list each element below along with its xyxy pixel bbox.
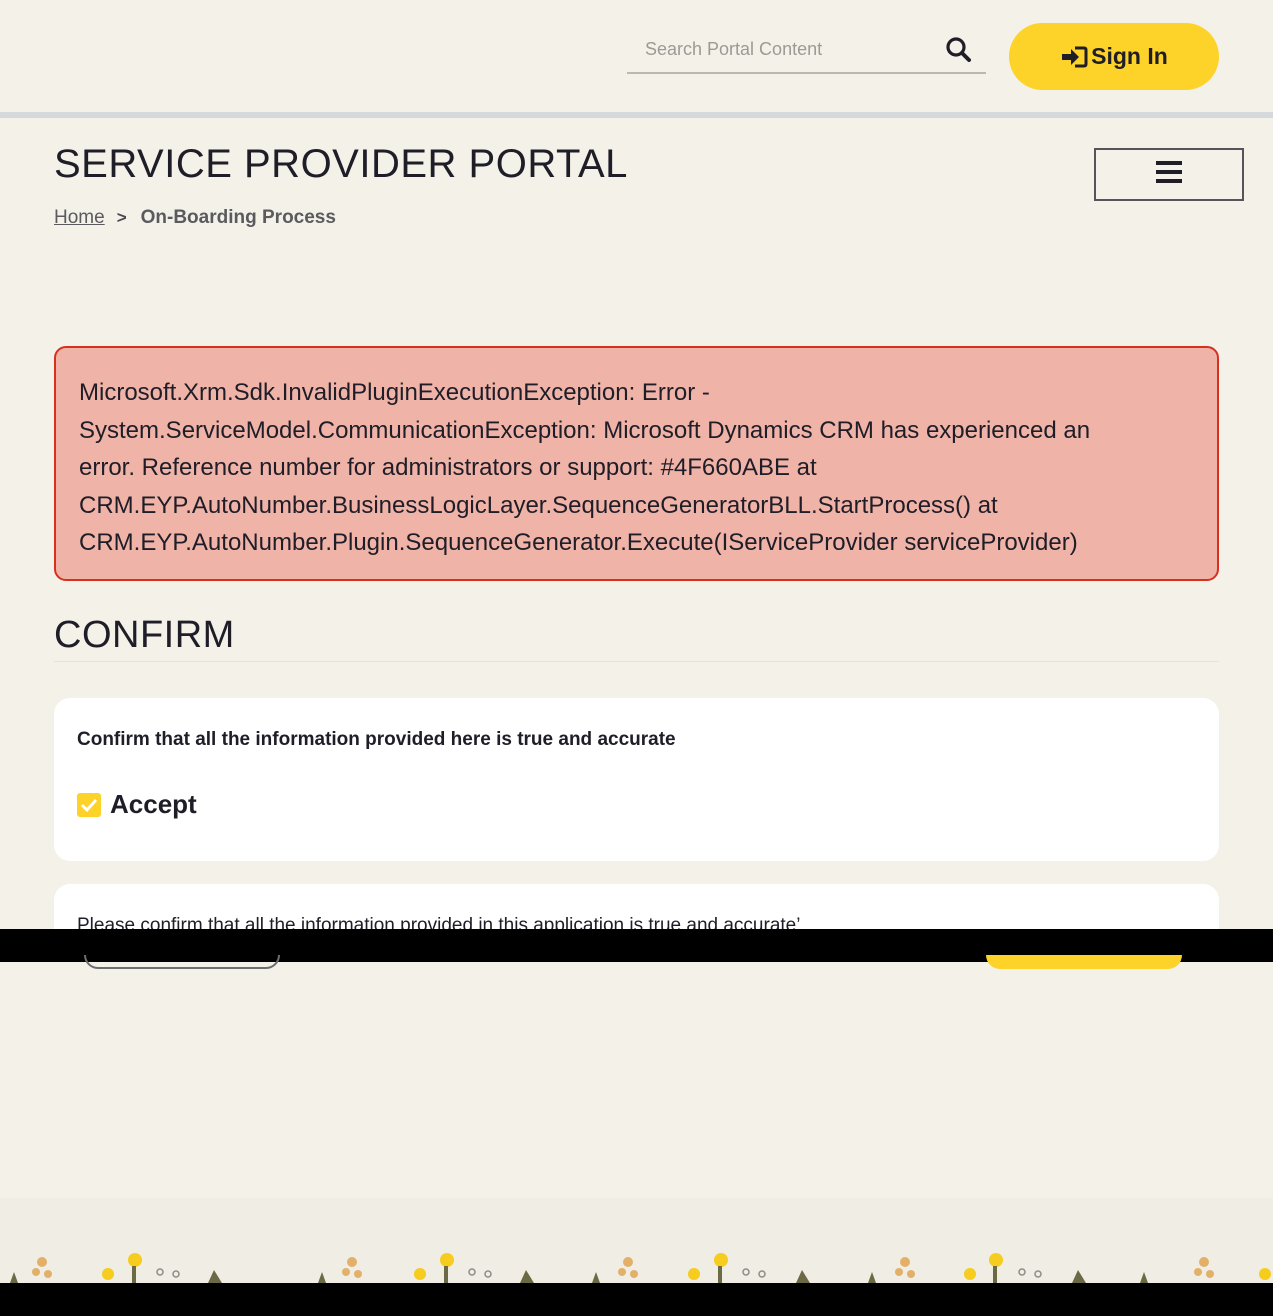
sign-in-label: Sign In xyxy=(1091,43,1168,69)
accept-checkbox-row[interactable]: Accept xyxy=(77,789,197,820)
breadcrumb: Home > On-Boarding Process xyxy=(54,207,336,229)
sign-in-icon xyxy=(1060,45,1088,69)
error-alert: Microsoft.Xrm.Sdk.InvalidPluginExecution… xyxy=(54,346,1219,581)
search-icon[interactable] xyxy=(944,35,974,65)
bottom-black-band xyxy=(0,1283,1280,1316)
error-line: System.ServiceModel.CommunicationExcepti… xyxy=(79,416,1091,444)
top-header: Sign In xyxy=(0,0,1273,112)
right-edge-strip xyxy=(1273,0,1280,1316)
breadcrumb-current: On-Boarding Process xyxy=(140,207,336,228)
floral-pattern-icon xyxy=(10,1253,1271,1283)
search-input[interactable] xyxy=(627,28,945,70)
error-message: Microsoft.Xrm.Sdk.InvalidPluginExecution… xyxy=(79,374,1195,562)
accept-checkbox[interactable] xyxy=(77,792,101,817)
confirm-question: Confirm that all the information provide… xyxy=(77,729,676,750)
error-line: CRM.EYP.AutoNumber.Plugin.SequenceGenera… xyxy=(79,529,1078,557)
error-line: error. Reference number for administrato… xyxy=(79,454,817,482)
sign-in-button[interactable]: Sign In xyxy=(1009,23,1219,90)
breadcrumb-home-link[interactable]: Home xyxy=(54,207,105,229)
error-line: CRM.EYP.AutoNumber.BusinessLogicLayer.Se… xyxy=(79,491,998,519)
confirm-card: Confirm that all the information provide… xyxy=(54,698,1219,861)
previous-button[interactable] xyxy=(84,955,280,969)
error-line: Microsoft.Xrm.Sdk.InvalidPluginExecution… xyxy=(79,379,710,406)
checkmark-icon xyxy=(80,798,98,812)
page-title: SERVICE PROVIDER PORTAL xyxy=(54,142,628,186)
search-bar xyxy=(627,28,986,74)
header-divider xyxy=(0,112,1273,118)
footer-floral-border xyxy=(0,1198,1273,1283)
breadcrumb-separator: > xyxy=(116,208,127,227)
accept-label: Accept xyxy=(110,789,197,819)
menu-toggle-button[interactable] xyxy=(1094,148,1244,201)
next-button[interactable] xyxy=(986,955,1182,969)
section-heading-confirm: CONFIRM xyxy=(54,614,1219,662)
hamburger-menu-icon xyxy=(1156,160,1182,189)
